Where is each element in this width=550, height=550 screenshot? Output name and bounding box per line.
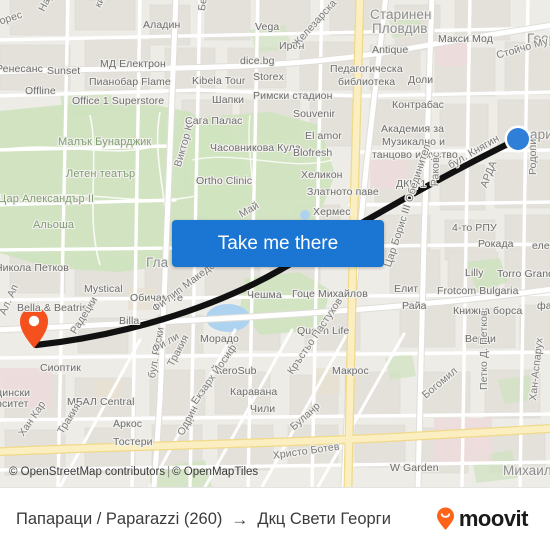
- trip-footer-bar: Папараци / Paparazzi (260) → Дкц Свети Г…: [0, 487, 550, 550]
- moovit-logo[interactable]: moovit: [434, 506, 534, 532]
- moovit-wordmark: moovit: [458, 506, 529, 531]
- take-me-there-button[interactable]: Take me there: [172, 220, 384, 267]
- trip-origin-label: Папараци / Paparazzi (260): [16, 509, 223, 528]
- moovit-trip-map-screen: НаумАладинкиоресРенесансSunsetМД Електро…: [0, 0, 550, 550]
- osm-attribution-link[interactable]: © OpenStreetMap contributors: [9, 466, 165, 478]
- trip-destination-label: Дкц Свети Георги: [257, 509, 391, 528]
- trip-summary: Папараци / Paparazzi (260) → Дкц Свети Г…: [16, 510, 391, 529]
- arrow-right-icon: →: [231, 509, 249, 529]
- map-attribution: © OpenStreetMap contributors | © OpenMapTi…: [0, 460, 258, 487]
- moovit-pin-icon: [436, 507, 454, 530]
- openmaptiles-attribution-link[interactable]: © OpenMapTiles: [172, 466, 258, 478]
- map-canvas[interactable]: НаумАладинкиоресРенесансSunsetМД Електро…: [0, 0, 550, 487]
